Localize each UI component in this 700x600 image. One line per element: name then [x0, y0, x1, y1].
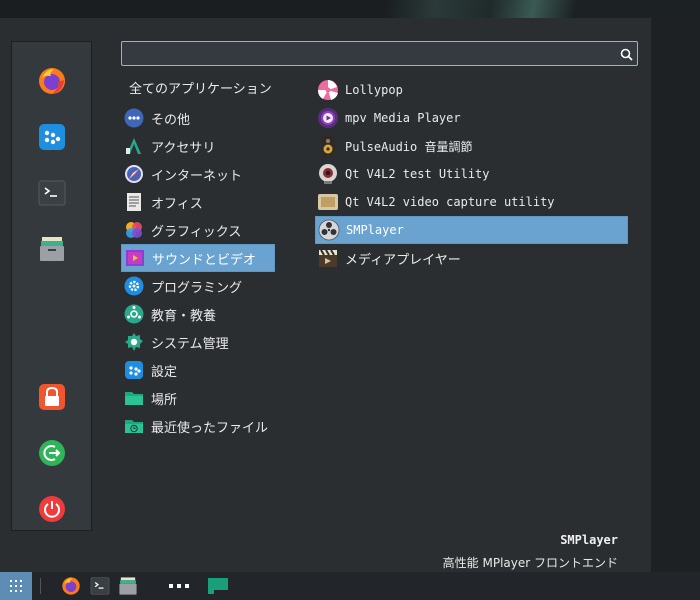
category-settings[interactable]: 設定 — [121, 356, 275, 384]
category-label: 場所 — [151, 392, 178, 408]
category-accessories[interactable]: アクセサリ — [121, 132, 275, 160]
clapperboard-icon — [317, 247, 339, 269]
category-system[interactable]: システム管理 — [121, 328, 275, 356]
app-label: PulseAudio 音量調節 — [345, 139, 473, 154]
file-manager-icon[interactable] — [117, 575, 139, 597]
category-recent-files[interactable]: 最近使ったファイル — [121, 412, 275, 440]
category-label: サウンドとビデオ — [152, 252, 257, 268]
category-all-applications[interactable]: 全てのアプリケーション — [121, 76, 275, 104]
app-label: Qt V4L2 video capture utility — [345, 195, 555, 209]
search-box[interactable] — [121, 41, 638, 66]
category-list: 全てのアプリケーション その他 アクセサリ インターネット オフィス グラフィッ… — [121, 76, 275, 440]
system-icon — [124, 332, 144, 352]
category-label: プログラミング — [151, 280, 243, 296]
category-office[interactable]: オフィス — [121, 188, 275, 216]
app-label: mpv Media Player — [345, 111, 461, 125]
lollypop-icon — [317, 79, 339, 101]
graphics-icon — [124, 220, 144, 240]
category-label: その他 — [151, 112, 191, 128]
education-icon — [124, 304, 144, 324]
multimedia-icon — [125, 248, 145, 268]
app-pulseaudio-volume[interactable]: PulseAudio 音量調節 — [315, 132, 628, 160]
search-icon — [620, 46, 633, 65]
category-label: インターネット — [151, 168, 243, 184]
app-grid-icon — [10, 580, 22, 592]
category-label: 設定 — [151, 364, 178, 380]
firefox-icon[interactable] — [60, 575, 82, 597]
app-smplayer[interactable]: SMPlayer — [315, 216, 628, 244]
app-grid-icon[interactable] — [36, 121, 68, 153]
terminal-icon[interactable] — [89, 575, 111, 597]
speaker-icon — [317, 135, 339, 157]
category-label: グラフィックス — [151, 224, 242, 240]
search-input[interactable] — [126, 44, 610, 64]
lock-icon[interactable] — [36, 381, 68, 413]
app-description-text: 高性能 MPlayer フロントエンド — [442, 556, 618, 570]
workspace-pager-icon[interactable] — [168, 575, 190, 597]
category-sound-video[interactable]: サウンドとビデオ — [121, 244, 275, 272]
logout-icon[interactable] — [36, 437, 68, 469]
app-mpv[interactable]: mpv Media Player — [315, 104, 628, 132]
app-label: メディアプレイヤー — [345, 252, 461, 268]
power-icon[interactable] — [36, 493, 68, 525]
video-capture-icon — [317, 191, 339, 213]
smplayer-icon — [318, 219, 340, 241]
dots-icon — [124, 108, 144, 128]
app-label: Lollypop — [345, 83, 403, 97]
category-graphics[interactable]: グラフィックス — [121, 216, 275, 244]
window-task-icon[interactable] — [207, 575, 229, 597]
category-other[interactable]: その他 — [121, 104, 275, 132]
accessories-icon — [124, 136, 144, 156]
app-media-player[interactable]: メディアプレイヤー — [315, 244, 628, 272]
office-icon — [124, 192, 144, 212]
settings-icon — [124, 360, 144, 380]
category-programming[interactable]: プログラミング — [121, 272, 275, 300]
development-icon — [124, 276, 144, 296]
file-manager-icon[interactable] — [36, 233, 68, 265]
app-description-title: SMPlayer — [560, 533, 618, 547]
taskbar — [0, 572, 700, 600]
folder-icon — [124, 388, 144, 408]
category-education[interactable]: 教育・教養 — [121, 300, 275, 328]
app-lollypop[interactable]: Lollypop — [315, 76, 628, 104]
favorites-panel — [11, 41, 92, 531]
app-qt-v4l2-test[interactable]: Qt V4L2 test Utility — [315, 160, 628, 188]
category-places[interactable]: 場所 — [121, 384, 275, 412]
internet-icon — [124, 164, 144, 184]
app-label: Qt V4L2 test Utility — [345, 167, 490, 181]
taskbar-separator — [40, 578, 41, 594]
category-label: オフィス — [151, 196, 203, 212]
app-menu-button[interactable] — [0, 572, 32, 600]
app-label: SMPlayer — [346, 223, 404, 237]
desktop-wallpaper — [0, 0, 700, 20]
category-internet[interactable]: インターネット — [121, 160, 275, 188]
recent-folder-icon — [124, 416, 144, 436]
mpv-icon — [317, 107, 339, 129]
application-list: Lollypop mpv Media Player PulseAudio 音量調… — [315, 76, 628, 272]
webcam-icon — [317, 163, 339, 185]
category-label: システム管理 — [151, 336, 229, 352]
application-menu: 全てのアプリケーション その他 アクセサリ インターネット オフィス グラフィッ… — [0, 18, 651, 572]
app-qt-v4l2-capture[interactable]: Qt V4L2 video capture utility — [315, 188, 628, 216]
category-label: アクセサリ — [151, 140, 216, 156]
category-label: 教育・教養 — [151, 308, 217, 324]
firefox-icon[interactable] — [36, 65, 68, 97]
category-label: 最近使ったファイル — [151, 420, 269, 436]
terminal-icon[interactable] — [36, 177, 68, 209]
